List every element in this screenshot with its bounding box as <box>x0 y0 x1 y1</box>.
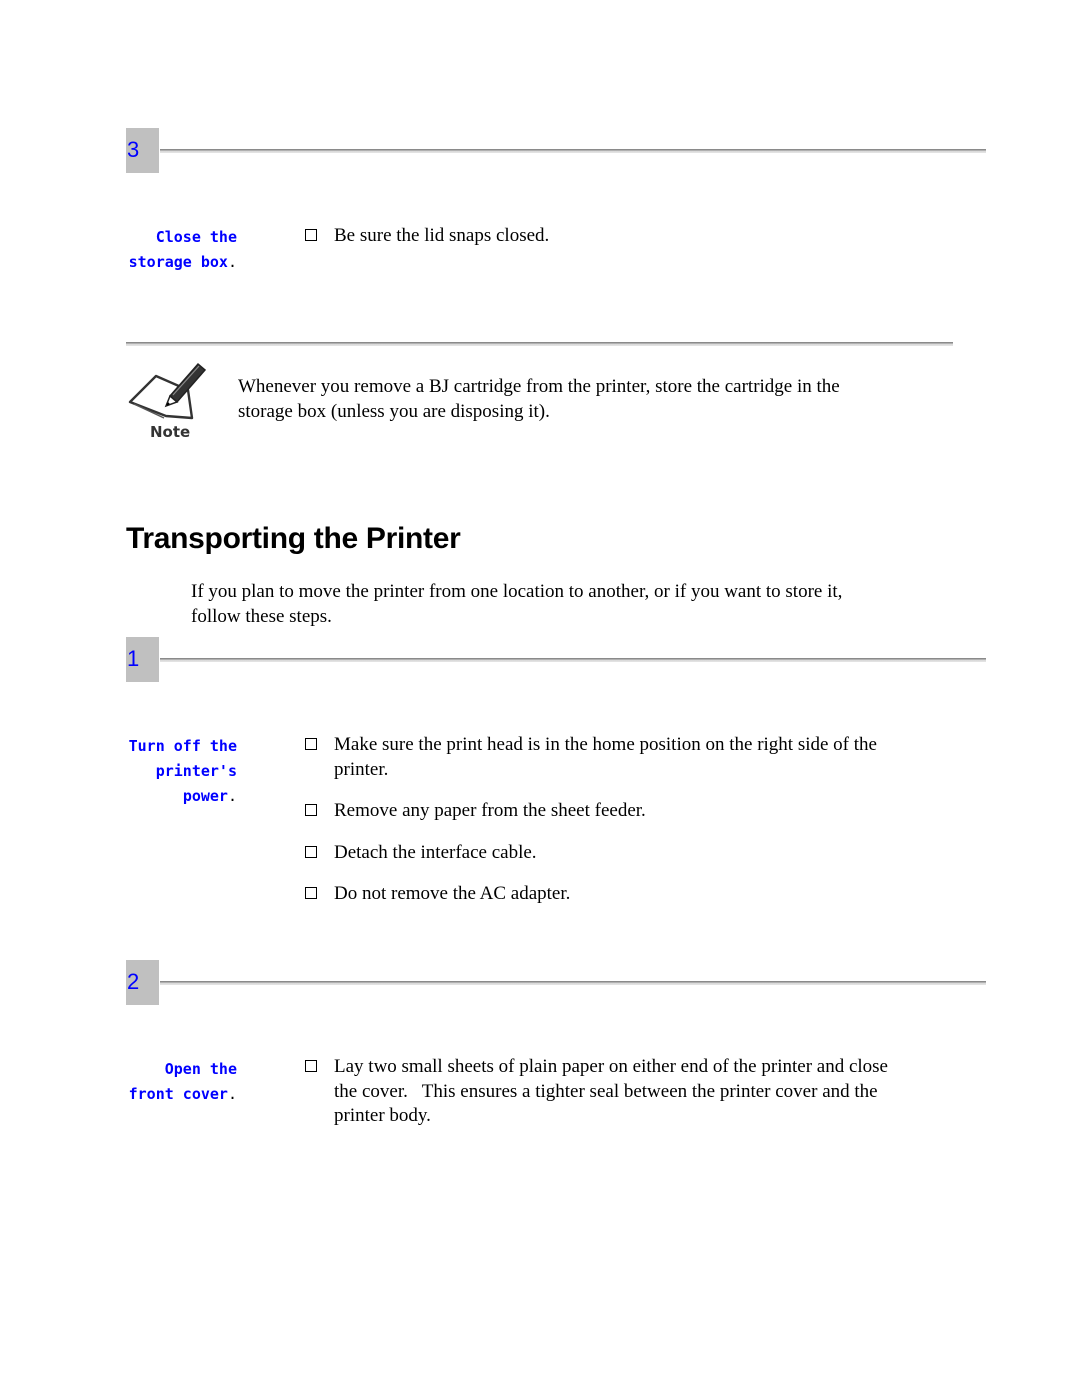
checkbox-icon <box>305 887 317 899</box>
list-item: Do not remove the AC adapter. <box>304 882 904 907</box>
bullet-text: Be sure the lid snaps closed. <box>334 225 550 246</box>
step-3-header: 3 <box>126 128 986 173</box>
list-item: Remove any paper from the sheet feeder. <box>304 799 904 824</box>
step-2-header: 2 <box>126 960 986 1005</box>
note-caption: Note <box>150 423 191 441</box>
side-label-text: front cover <box>128 1085 228 1103</box>
checkbox-icon <box>305 845 317 858</box>
side-label-text: storage box <box>128 253 228 271</box>
side-label-line: Turn off the <box>128 737 237 755</box>
bullet-text: Do not remove the AC adapter. <box>334 883 571 904</box>
horizontal-rule <box>160 658 986 662</box>
section-title: Transporting the Printer <box>126 522 461 555</box>
bullet-text: Detach the interface cable. <box>334 841 537 863</box>
checkbox-icon <box>305 738 317 750</box>
note-text: Whenever you remove a BJ cartridge from … <box>238 376 840 422</box>
side-label-line: Open the <box>164 1060 237 1078</box>
step-1-side-label: Turn off the printer's power. <box>122 734 237 809</box>
side-label-line: storage box. <box>122 250 237 275</box>
side-label-period: . <box>227 253 237 271</box>
bullet-text: Make sure the print head is in the home … <box>334 734 877 780</box>
side-label-line: power. <box>122 784 237 809</box>
section-intro: If you plan to move the printer from one… <box>191 581 843 627</box>
list-item: Detach the interface cable. <box>304 841 904 866</box>
checkbox-icon <box>305 804 317 816</box>
step-1-header: 1 <box>126 637 986 682</box>
bullet-text: Remove any paper from the sheet feeder. <box>334 800 646 821</box>
horizontal-rule <box>160 149 986 153</box>
step-2-side-label: Open the front cover. <box>122 1057 237 1107</box>
checkbox-icon <box>305 229 317 241</box>
step-number-box: 3 <box>126 128 159 173</box>
side-label-period: . <box>227 1085 237 1103</box>
step-number-box: 1 <box>126 637 159 682</box>
list-item: Make sure the print head is in the home … <box>304 733 904 782</box>
step-3-bullet-list: Be sure the lid snaps closed. <box>304 224 924 249</box>
step-number-box: 2 <box>126 960 159 1005</box>
note-pencil-icon: Note <box>126 360 210 444</box>
side-label-line: printer's <box>155 762 237 780</box>
bullet-text: Lay two small sheets of plain paper on e… <box>334 1056 893 1126</box>
side-label-line: front cover. <box>122 1082 237 1107</box>
note-rule <box>126 342 953 346</box>
side-label-text: power <box>182 787 228 805</box>
step-3-side-label: Close the storage box. <box>122 225 237 275</box>
checkbox-icon <box>305 1060 317 1072</box>
step-2-bullet-list: Lay two small sheets of plain paper on e… <box>304 1055 914 1129</box>
list-item: Be sure the lid snaps closed. <box>304 224 924 249</box>
side-label-period: . <box>227 787 237 805</box>
horizontal-rule <box>160 981 986 985</box>
list-item: Lay two small sheets of plain paper on e… <box>304 1055 914 1129</box>
side-label-line: Close the <box>155 228 237 246</box>
step-1-bullet-list: Make sure the print head is in the home … <box>304 733 904 907</box>
